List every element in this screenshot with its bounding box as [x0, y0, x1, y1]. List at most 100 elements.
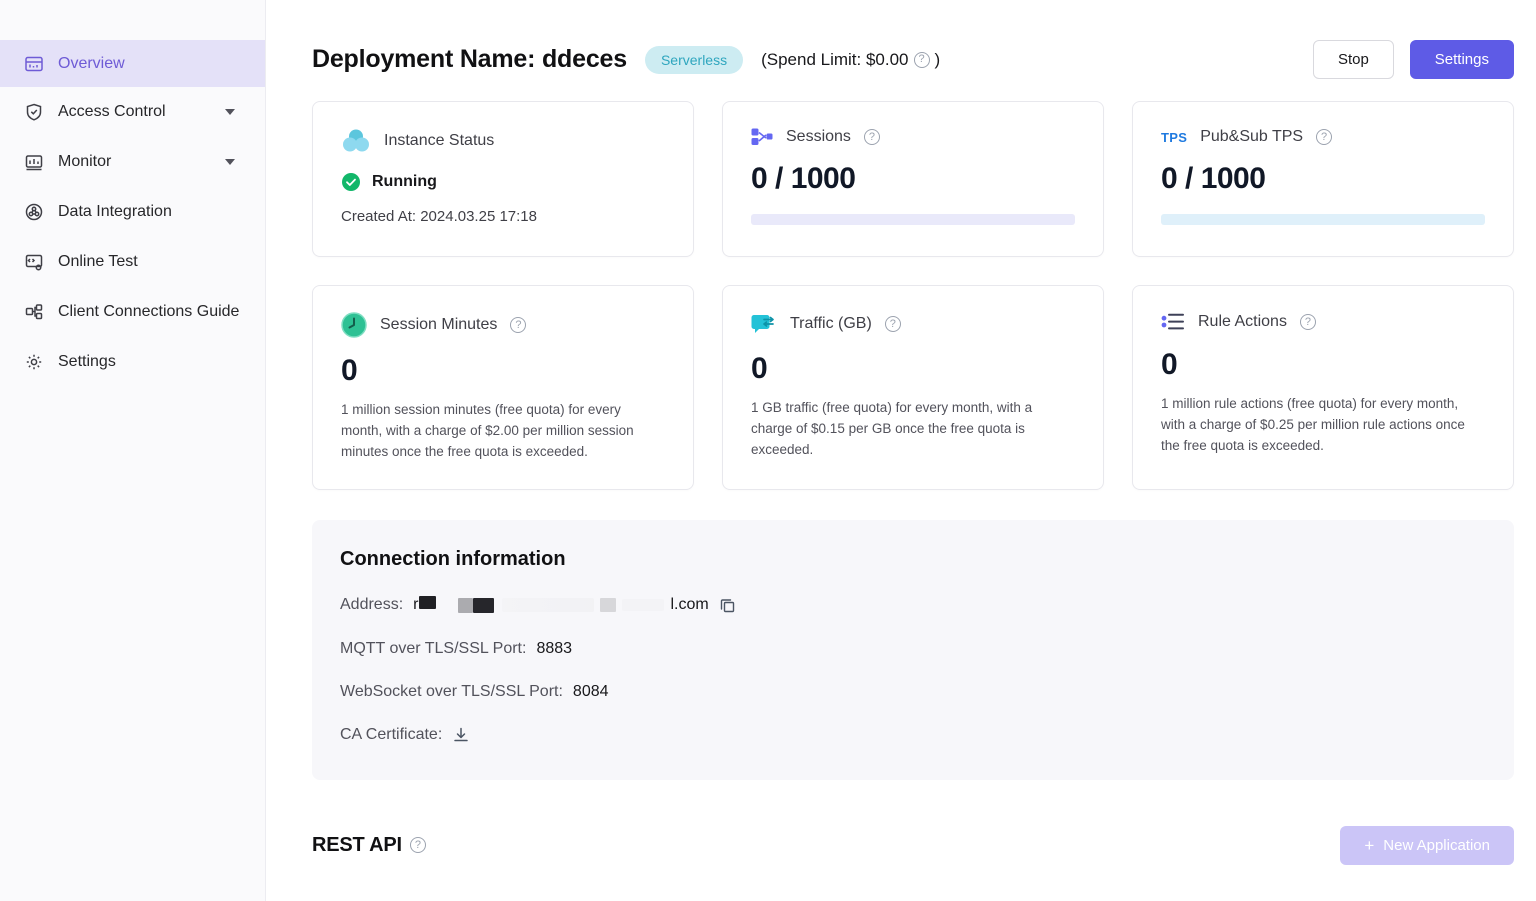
- client-connections-icon: [24, 302, 44, 322]
- tps-progress-bar: [1161, 214, 1485, 225]
- address-row: Address: r l.com: [340, 595, 1486, 615]
- websocket-port-label: WebSocket over TLS/SSL Port:: [340, 682, 563, 700]
- rule-actions-description: 1 million rule actions (free quota) for …: [1161, 396, 1465, 453]
- mqtt-port-row: MQTT over TLS/SSL Port: 8883: [340, 640, 1486, 658]
- traffic-card: Traffic (GB) ? 0 1 GB traffic (free quot…: [722, 285, 1104, 490]
- status-text: Running: [372, 173, 437, 190]
- ca-certificate-label: CA Certificate:: [340, 725, 443, 743]
- check-circle-icon: [341, 172, 361, 192]
- session-minutes-value: 0: [341, 354, 358, 387]
- address-suffix: l.com: [670, 596, 709, 614]
- sidebar-item-label: Overview: [58, 54, 125, 72]
- app: Overview Access Control Monitor Data Int…: [0, 0, 1536, 901]
- serverless-badge: Serverless: [644, 45, 744, 74]
- chevron-down-icon: [225, 159, 235, 165]
- instance-status-card: Instance Status Running Created At: 2024…: [312, 101, 694, 257]
- spend-limit-close-paren: ): [934, 49, 941, 69]
- tps-value: 0 / 1000: [1161, 162, 1266, 195]
- sidebar-item-label: Data Integration: [58, 203, 172, 220]
- spend-limit: (Spend Limit: $0.00 ? ): [761, 50, 940, 70]
- sessions-value: 0 / 1000: [751, 162, 856, 195]
- rule-actions-icon: [1161, 312, 1185, 332]
- session-minutes-description: 1 million session minutes (free quota) f…: [341, 402, 634, 459]
- download-icon[interactable]: [452, 726, 470, 744]
- new-application-label: New Application: [1383, 836, 1490, 854]
- card-title: Rule Actions: [1198, 313, 1287, 330]
- sidebar-item-online-test[interactable]: Online Test: [0, 237, 265, 287]
- traffic-value: 0: [751, 352, 768, 385]
- data-integration-icon: [24, 202, 44, 222]
- monitor-chart-icon: [24, 152, 44, 172]
- sessions-card: Sessions ? 0 / 1000: [722, 101, 1104, 257]
- connection-information-panel: Connection information Address: r l.com M…: [312, 519, 1514, 780]
- created-at: Created At: 2024.03.25 17:18: [341, 208, 537, 225]
- sidebar-item-label: Monitor: [58, 153, 112, 170]
- redaction-block: [502, 598, 595, 613]
- status-line: Running: [341, 172, 665, 192]
- sidebar-item-label: Client Connections Guide: [58, 303, 240, 320]
- sidebar-item-label: Online Test: [58, 253, 138, 270]
- address-prefix: r: [413, 596, 419, 614]
- help-icon[interactable]: ?: [913, 51, 930, 68]
- help-icon[interactable]: ?: [1316, 129, 1333, 145]
- sidebar-item-label: Access Control: [58, 103, 166, 120]
- card-title: Pub&Sub TPS: [1200, 128, 1304, 145]
- sessions-progress-bar: [751, 214, 1075, 225]
- stat-cards: Instance Status Running Created At: 2024…: [312, 101, 1514, 490]
- ca-certificate-row: CA Certificate:: [340, 726, 1486, 744]
- instance-status-cloud-icon: [341, 128, 371, 154]
- redaction-block: [622, 599, 665, 612]
- rule-actions-value: 0: [1161, 348, 1178, 381]
- traffic-icon: [751, 312, 777, 336]
- help-icon[interactable]: ?: [409, 837, 426, 854]
- new-application-button[interactable]: + New Application: [1340, 825, 1514, 865]
- sidebar-item-overview[interactable]: Overview: [0, 40, 265, 87]
- websocket-port-value: 8084: [572, 682, 609, 700]
- header-actions: Stop Settings: [1312, 40, 1514, 79]
- redaction-block: [419, 595, 437, 609]
- sidebar-item-client-connections-guide[interactable]: Client Connections Guide: [0, 287, 265, 337]
- mqtt-port-label: MQTT over TLS/SSL Port:: [340, 639, 527, 657]
- sidebar-item-data-integration[interactable]: Data Integration: [0, 187, 265, 237]
- plus-icon: +: [1364, 835, 1375, 855]
- sidebar-item-settings[interactable]: Settings: [0, 337, 265, 387]
- tps-icon: TPS: [1161, 129, 1188, 145]
- redaction-block: [473, 597, 495, 613]
- address-redacted: r l.com: [413, 595, 709, 615]
- sidebar: Overview Access Control Monitor Data Int…: [0, 0, 266, 901]
- gear-icon: [24, 352, 44, 372]
- address-label: Address:: [340, 596, 404, 614]
- card-title: Sessions: [786, 128, 851, 145]
- help-icon[interactable]: ?: [1299, 314, 1316, 330]
- online-test-icon: [24, 252, 44, 272]
- card-title: Instance Status: [384, 132, 495, 149]
- traffic-description: 1 GB traffic (free quota) for every mont…: [751, 400, 1033, 457]
- help-icon[interactable]: ?: [884, 316, 901, 332]
- card-title: Session Minutes: [380, 316, 498, 333]
- page-header: Deployment Name: ddeces Serverless (Spen…: [312, 40, 1514, 79]
- sidebar-item-monitor[interactable]: Monitor: [0, 137, 265, 187]
- sidebar-item-access-control[interactable]: Access Control: [0, 87, 265, 137]
- websocket-port-row: WebSocket over TLS/SSL Port: 8084: [340, 683, 1486, 701]
- mqtt-port-value: 8883: [536, 639, 573, 657]
- shield-check-icon: [24, 102, 44, 122]
- overview-icon: [24, 54, 44, 74]
- rest-api-title: REST API: [312, 833, 402, 856]
- redaction-block: [458, 597, 474, 613]
- help-icon[interactable]: ?: [863, 129, 880, 145]
- clock-icon: [341, 312, 367, 338]
- pubsub-tps-card: TPS Pub&Sub TPS ? 0 / 1000: [1132, 101, 1514, 257]
- sessions-icon: [751, 128, 773, 146]
- copy-icon[interactable]: [719, 597, 736, 614]
- sidebar-item-label: Settings: [58, 353, 116, 370]
- stop-button[interactable]: Stop: [1312, 40, 1394, 79]
- chevron-down-icon: [225, 109, 235, 115]
- page-title: Deployment Name: ddeces: [312, 45, 627, 73]
- rest-api-section: REST API ? + New Application: [312, 825, 1514, 865]
- spend-limit-text: (Spend Limit: $0.00: [761, 49, 909, 69]
- help-icon[interactable]: ?: [510, 317, 527, 333]
- main-content: Deployment Name: ddeces Serverless (Spen…: [266, 0, 1536, 901]
- session-minutes-card: Session Minutes ? 0 1 million session mi…: [312, 285, 694, 490]
- settings-button[interactable]: Settings: [1409, 40, 1514, 79]
- card-title: Traffic (GB): [790, 315, 872, 332]
